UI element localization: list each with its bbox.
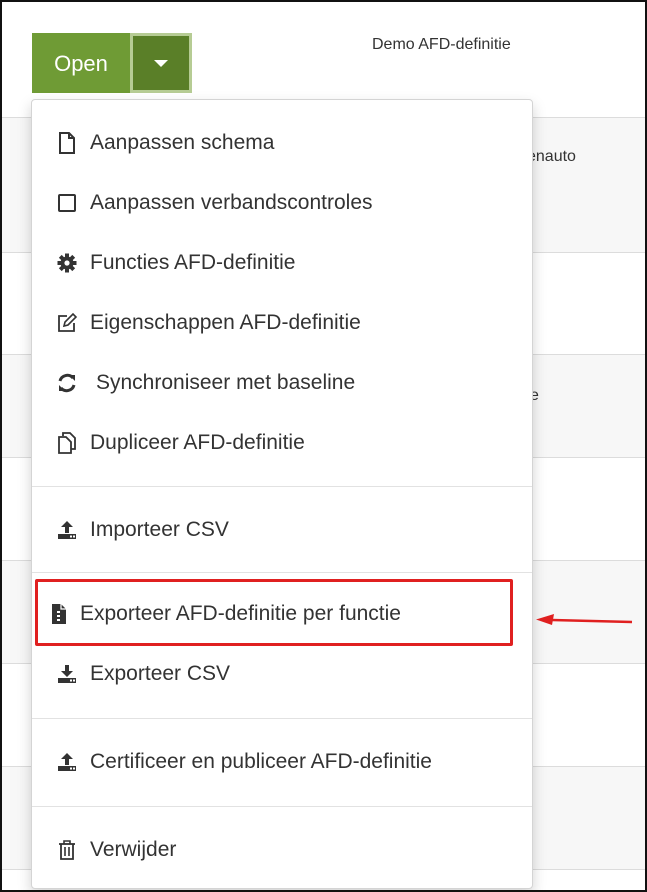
menu-item-label: Aanpassen verbandscontroles <box>90 191 373 214</box>
copy-icon <box>54 430 80 456</box>
trash-icon <box>54 837 80 863</box>
upload-icon <box>54 517 80 543</box>
open-button[interactable]: Open <box>32 33 130 93</box>
menu-item-synchroniseer[interactable]: Synchroniseer met baseline <box>32 363 532 403</box>
menu-item-verwijder[interactable]: Verwijder <box>32 830 532 870</box>
menu-item-label: Verwijder <box>90 838 177 861</box>
menu-item-importeer-csv[interactable]: Importeer CSV <box>32 510 532 550</box>
open-split-button: Open <box>32 33 192 93</box>
app-frame: enauto e Demo AFD-definitie Open Aanpass… <box>0 0 647 892</box>
menu-item-certificeer-publiceer[interactable]: Certificeer en publiceer AFD-definitie <box>32 742 532 782</box>
menu-item-exporteer-csv[interactable]: Exporteer CSV <box>32 654 532 694</box>
menu-divider <box>32 572 532 573</box>
square-icon <box>54 190 80 216</box>
menu-item-label: Eigenschappen AFD-definitie <box>90 311 361 334</box>
page-title: Demo AFD-definitie <box>372 36 511 53</box>
highlight-box <box>35 579 513 646</box>
menu-item-label: Importeer CSV <box>90 518 229 541</box>
menu-item-eigenschappen[interactable]: Eigenschappen AFD-definitie <box>32 303 532 343</box>
menu-item-dupliceer[interactable]: Dupliceer AFD-definitie <box>32 423 532 463</box>
gear-icon <box>54 250 80 276</box>
actions-dropdown-menu: Aanpassen schema Aanpassen verbandscontr… <box>31 99 533 889</box>
edit-icon <box>54 310 80 336</box>
sync-icon <box>54 370 80 396</box>
file-icon <box>54 130 80 156</box>
upload-icon <box>54 749 80 775</box>
dropdown-toggle-button[interactable] <box>130 33 192 93</box>
download-icon <box>54 661 80 687</box>
menu-item-aanpassen-schema[interactable]: Aanpassen schema <box>32 123 532 163</box>
menu-divider <box>32 806 532 807</box>
menu-item-label: Dupliceer AFD-definitie <box>90 431 305 454</box>
menu-item-aanpassen-verbandscontroles[interactable]: Aanpassen verbandscontroles <box>32 183 532 223</box>
menu-item-label: Synchroniseer met baseline <box>96 371 356 394</box>
menu-divider <box>32 486 532 487</box>
menu-item-label: Functies AFD-definitie <box>90 251 296 274</box>
menu-item-label: Aanpassen schema <box>90 131 275 154</box>
annotation-arrow-icon <box>536 614 633 625</box>
row-text: enauto <box>527 148 576 165</box>
menu-item-label: Certificeer en publiceer AFD-definitie <box>90 750 432 773</box>
caret-down-icon <box>154 59 168 67</box>
menu-item-label: Exporteer CSV <box>90 662 231 685</box>
menu-divider <box>32 718 532 719</box>
menu-item-functies[interactable]: Functies AFD-definitie <box>32 243 532 283</box>
